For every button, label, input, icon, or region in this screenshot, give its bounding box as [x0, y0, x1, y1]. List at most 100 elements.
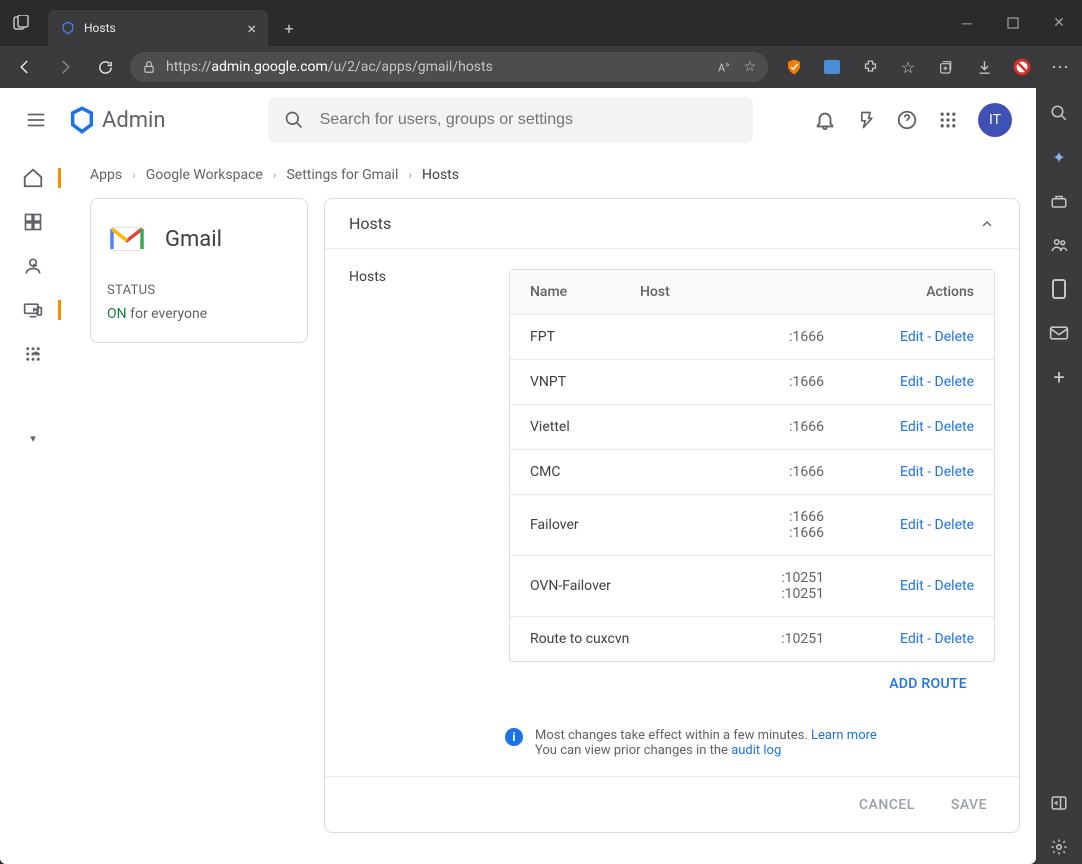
breadcrumb-item[interactable]: Google Workspace — [146, 167, 263, 183]
back-button[interactable] — [6, 48, 44, 86]
edit-link[interactable]: Edit — [900, 374, 924, 390]
nav-apps-icon[interactable]: ▸ — [21, 342, 45, 366]
sidebar-search-icon[interactable] — [1042, 96, 1076, 130]
admin-header: Admin IT — [0, 88, 1036, 152]
sidebar-settings-icon[interactable] — [1042, 830, 1076, 864]
add-route-button[interactable]: ADD ROUTE — [509, 662, 995, 698]
left-nav: ▸ ▸ ▸ ▾ — [0, 152, 66, 864]
delete-link[interactable]: Delete — [935, 329, 974, 345]
cell-name: OVN-Failover — [530, 578, 640, 594]
col-host-header: Host — [640, 284, 874, 300]
adblock-icon[interactable] — [1006, 51, 1038, 83]
cell-name: CMC — [530, 464, 640, 480]
edit-link[interactable]: Edit — [900, 517, 924, 533]
brand-text: Admin — [102, 108, 166, 133]
status-value: ON for everyone — [107, 306, 291, 322]
browser-sidebar: ✦ + — [1036, 88, 1082, 864]
sidebar-phone-icon[interactable] — [1042, 272, 1076, 306]
hosts-footer: CANCEL SAVE — [325, 776, 1019, 832]
collections-icon[interactable] — [930, 51, 962, 83]
browser-tab[interactable]: Hosts × — [48, 10, 268, 46]
delete-link[interactable]: Delete — [935, 517, 974, 533]
edit-link[interactable]: Edit — [900, 464, 924, 480]
window-close-button[interactable]: ✕ — [1036, 7, 1082, 39]
reader-icon[interactable]: A» — [718, 60, 729, 75]
downloads-icon[interactable] — [968, 51, 1000, 83]
cell-name: FPT — [530, 329, 640, 345]
avatar[interactable]: IT — [978, 103, 1012, 137]
search-input[interactable] — [318, 110, 737, 130]
shield-icon[interactable] — [778, 51, 810, 83]
menu-button[interactable] — [16, 100, 56, 140]
nav-home-icon[interactable] — [21, 166, 45, 190]
sidebar-tools-icon[interactable] — [1042, 184, 1076, 218]
sidebar-people-icon[interactable] — [1042, 228, 1076, 262]
admin-main: Apps› Google Workspace› Settings for Gma… — [66, 152, 1036, 864]
window-maximize-button[interactable] — [990, 7, 1036, 39]
learn-more-link[interactable]: Learn more — [811, 728, 877, 743]
sidebar-add-icon[interactable]: + — [1042, 360, 1076, 394]
breadcrumb-item[interactable]: Apps — [90, 167, 122, 183]
edit-link[interactable]: Edit — [900, 329, 924, 345]
close-tab-icon[interactable]: × — [247, 19, 256, 38]
hosts-section-label: Hosts — [349, 269, 489, 698]
delete-link[interactable]: Delete — [935, 419, 974, 435]
notifications-icon[interactable] — [814, 109, 836, 131]
window-minimize-button[interactable]: ─ — [944, 7, 990, 39]
table-row: FPT:1666Edit - Delete — [510, 315, 994, 360]
delete-link[interactable]: Delete — [935, 464, 974, 480]
help-icon[interactable] — [896, 109, 918, 131]
edit-link[interactable]: Edit — [900, 631, 924, 647]
refresh-button[interactable] — [86, 48, 124, 86]
table-header: Name Host Actions — [510, 270, 994, 315]
apps-icon[interactable] — [938, 110, 958, 130]
col-name-header: Name — [530, 284, 640, 300]
forward-button[interactable] — [46, 48, 84, 86]
tab-actions-button[interactable] — [0, 0, 42, 46]
cell-name: Viettel — [530, 419, 640, 435]
cell-actions: Edit - Delete — [874, 578, 974, 594]
save-button[interactable]: SAVE — [951, 797, 987, 813]
search-box[interactable] — [268, 97, 753, 143]
cell-actions: Edit - Delete — [874, 419, 974, 435]
table-row: Route to cuxcvn:10251Edit - Delete — [510, 617, 994, 661]
table-row: VNPT:1666Edit - Delete — [510, 360, 994, 405]
favorite-icon[interactable]: ☆ — [743, 59, 756, 75]
edit-link[interactable]: Edit — [900, 578, 924, 594]
app-icon[interactable] — [816, 51, 848, 83]
sidebar-collapse-icon[interactable] — [1042, 786, 1076, 820]
nav-expand-icon[interactable]: ▾ — [21, 426, 45, 450]
favorites-menu-icon[interactable]: ☆ — [892, 51, 924, 83]
breadcrumb-item[interactable]: Settings for Gmail — [286, 167, 398, 183]
hosts-header[interactable]: Hosts — [325, 199, 1019, 249]
hosts-title: Hosts — [349, 214, 391, 233]
admin-logo-icon — [68, 106, 96, 134]
cell-actions: Edit - Delete — [874, 464, 974, 480]
admin-page: Admin IT ▸ ▸ — [0, 88, 1036, 864]
cell-name: Route to cuxcvn — [530, 631, 640, 647]
new-tab-button[interactable]: + — [274, 13, 304, 43]
tab-title: Hosts — [84, 21, 116, 35]
sidebar-sparkle-icon[interactable]: ✦ — [1042, 140, 1076, 174]
delete-link[interactable]: Delete — [935, 374, 974, 390]
delete-link[interactable]: Delete — [935, 631, 974, 647]
collapse-icon[interactable] — [979, 216, 995, 232]
nav-dashboard-icon[interactable] — [21, 210, 45, 234]
cancel-button[interactable]: CANCEL — [859, 797, 915, 813]
tasks-icon[interactable] — [856, 109, 876, 131]
col-actions-header: Actions — [874, 284, 974, 300]
brand[interactable]: Admin — [68, 106, 166, 134]
address-bar[interactable]: https://admin.google.com/u/2/ac/apps/gma… — [130, 52, 768, 82]
sidebar-mail-icon[interactable] — [1042, 316, 1076, 350]
audit-log-link[interactable]: audit log — [731, 743, 781, 758]
extensions-icon[interactable] — [854, 51, 886, 83]
nav-devices-icon[interactable]: ▸ — [21, 298, 45, 322]
info-icon: i — [505, 728, 523, 746]
edit-link[interactable]: Edit — [900, 419, 924, 435]
hosts-table: Name Host Actions FPT:1666Edit - DeleteV… — [509, 269, 995, 662]
more-icon[interactable]: ⋯ — [1044, 51, 1076, 83]
cell-host: :10251:10251 — [640, 570, 874, 602]
delete-link[interactable]: Delete — [935, 578, 974, 594]
nav-users-icon[interactable]: ▸ — [21, 254, 45, 278]
hosts-card: Hosts Hosts Name Host Actions — [324, 198, 1020, 833]
